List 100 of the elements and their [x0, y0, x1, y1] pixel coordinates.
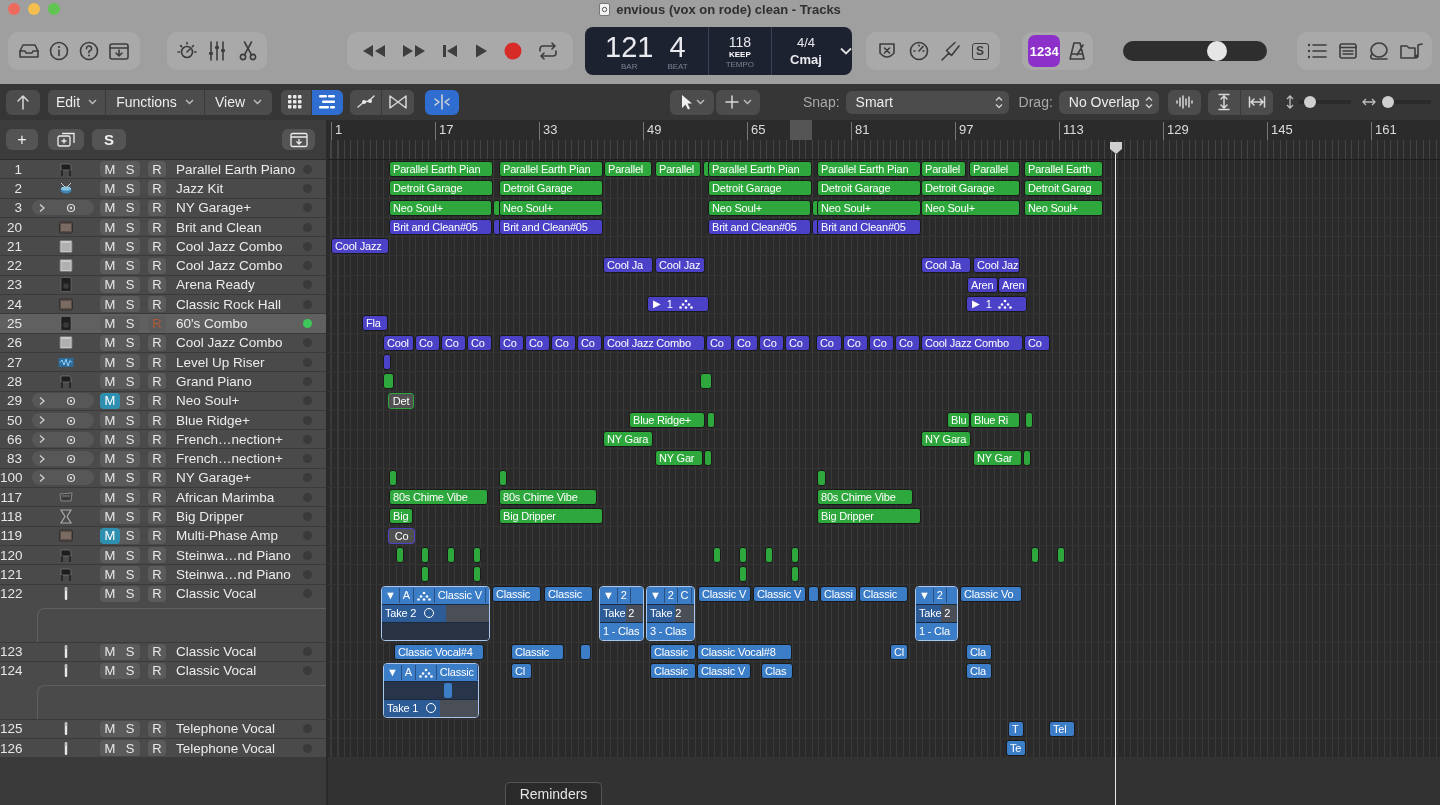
- region[interactable]: Cl: [511, 662, 532, 679]
- folder-label[interactable]: C: [677, 587, 693, 603]
- region[interactable]: Co: [499, 334, 524, 351]
- mute-button[interactable]: M: [100, 566, 120, 583]
- region[interactable]: [421, 566, 429, 583]
- region[interactable]: Classic: [511, 643, 564, 660]
- info-icon[interactable]: [49, 41, 70, 61]
- track-header[interactable]: 117 M S R African Marimba: [0, 488, 326, 508]
- region[interactable]: [1057, 546, 1065, 563]
- region[interactable]: Co: [525, 334, 550, 351]
- region[interactable]: Co: [733, 334, 758, 351]
- region[interactable]: Classi: [820, 585, 857, 602]
- region[interactable]: [791, 566, 799, 583]
- track-header[interactable]: 22 M S R Cool Jazz Combo: [0, 256, 326, 276]
- region[interactable]: Detroit Garage: [817, 180, 921, 197]
- region[interactable]: Classic Vo: [960, 585, 1022, 602]
- region[interactable]: [707, 411, 715, 428]
- record-button[interactable]: R: [148, 662, 166, 679]
- region[interactable]: Detroit Garage: [389, 180, 493, 197]
- region[interactable]: Parallel Earth Pian: [817, 161, 921, 177]
- record-button[interactable]: R: [148, 238, 166, 255]
- record-button[interactable]: R: [148, 296, 166, 313]
- region[interactable]: Classic: [650, 643, 696, 660]
- track-header[interactable]: 1 M S R Parallel Earth Piano: [0, 160, 326, 180]
- region[interactable]: Cla: [966, 643, 992, 660]
- region[interactable]: Det: [388, 392, 414, 409]
- region[interactable]: Brit and Clean#05: [389, 218, 492, 235]
- add-track-button[interactable]: +: [6, 129, 38, 150]
- folder-label[interactable]: A: [399, 587, 414, 603]
- snap-select[interactable]: Smart: [845, 90, 1009, 114]
- region[interactable]: [499, 469, 507, 486]
- region[interactable]: [473, 546, 481, 563]
- region[interactable]: Brit and Clean#05: [708, 218, 811, 235]
- mute-button[interactable]: M: [100, 547, 120, 564]
- solo-button[interactable]: S: [120, 585, 140, 602]
- region[interactable]: Neo Soul+: [1024, 199, 1103, 216]
- region[interactable]: Detroit Garage: [708, 180, 812, 197]
- solo-button[interactable]: S: [120, 315, 140, 332]
- cycle-icon[interactable]: [537, 42, 559, 60]
- region[interactable]: Parallel Earth Pian: [389, 161, 493, 177]
- region[interactable]: Big Dripper: [499, 508, 603, 525]
- slider-thumb[interactable]: [1303, 96, 1316, 108]
- region[interactable]: Neo Soul+: [499, 199, 603, 216]
- mute-button[interactable]: M: [100, 276, 120, 293]
- region[interactable]: Blue Ridge+: [629, 411, 705, 428]
- solo-button[interactable]: S: [120, 334, 140, 351]
- count-in-button[interactable]: 1234: [1028, 35, 1061, 67]
- stack-toggle[interactable]: [32, 200, 94, 216]
- region[interactable]: Cool Ja: [921, 257, 971, 274]
- region[interactable]: Fla: [362, 315, 388, 332]
- record-button[interactable]: R: [148, 257, 166, 274]
- mute-button[interactable]: M: [100, 431, 120, 448]
- region[interactable]: Te: [1006, 740, 1026, 757]
- region[interactable]: Detroit Garag: [1024, 180, 1103, 197]
- region[interactable]: Brit and Clean#05: [817, 218, 921, 235]
- region[interactable]: NY Gara: [921, 431, 971, 448]
- reminders-tab[interactable]: Reminders: [505, 782, 602, 805]
- record-button[interactable]: R: [148, 412, 166, 428]
- record-button[interactable]: R: [148, 585, 166, 602]
- solo-button[interactable]: S: [120, 489, 140, 506]
- solo-button[interactable]: S: [120, 219, 140, 236]
- inbox-icon[interactable]: [17, 42, 40, 60]
- stack-toggle[interactable]: [32, 393, 94, 409]
- region[interactable]: Cool Jazz Combo: [603, 334, 705, 351]
- region[interactable]: Classic V: [697, 662, 751, 679]
- track-header[interactable]: 21 M S R Cool Jazz Combo: [0, 237, 326, 257]
- track-header[interactable]: 118 M S R Big Dripper: [0, 507, 326, 527]
- folder-label[interactable]: ▼: [600, 587, 618, 603]
- region[interactable]: Classic: [492, 585, 541, 602]
- region[interactable]: [700, 373, 712, 390]
- region[interactable]: Blue Ri: [970, 411, 1020, 428]
- list-icon[interactable]: [1306, 42, 1329, 60]
- waveform-button[interactable]: [1167, 89, 1201, 115]
- menu-button[interactable]: Edit: [48, 89, 106, 115]
- region[interactable]: [389, 469, 397, 486]
- fit-height-button[interactable]: [1207, 89, 1241, 115]
- track-header[interactable]: 3 M S R NY Garage+: [0, 198, 326, 218]
- record-button[interactable]: R: [148, 469, 166, 486]
- region[interactable]: Co: [843, 334, 868, 351]
- mute-button[interactable]: M: [100, 373, 120, 390]
- region[interactable]: Co: [551, 334, 576, 351]
- record-button[interactable]: R: [148, 354, 166, 371]
- track-header[interactable]: 25 M S R 60's Combo: [0, 314, 326, 334]
- region[interactable]: Parallel: [969, 161, 1020, 177]
- region[interactable]: Classic Vocal#8: [697, 643, 792, 660]
- solo-button[interactable]: S: [120, 662, 140, 679]
- mute-button[interactable]: M: [100, 392, 120, 409]
- folder-label[interactable]: Classic V: [434, 587, 486, 603]
- region[interactable]: Big Dripper: [817, 508, 921, 525]
- mute-button[interactable]: M: [100, 450, 120, 467]
- mute-button[interactable]: M: [100, 508, 120, 525]
- stack-toggle[interactable]: [32, 451, 94, 467]
- track-header[interactable]: 120 M S R Steinwa…nd Piano: [0, 545, 326, 566]
- folder-label[interactable]: 2: [664, 587, 678, 603]
- region[interactable]: Classic: [544, 585, 593, 602]
- lasso-icon[interactable]: [1367, 41, 1390, 61]
- solo-button[interactable]: S: [120, 508, 140, 525]
- record-button[interactable]: R: [148, 276, 166, 293]
- pointer-tool-button[interactable]: [670, 89, 714, 115]
- pattern-region[interactable]: ▶ 1: [966, 296, 1027, 313]
